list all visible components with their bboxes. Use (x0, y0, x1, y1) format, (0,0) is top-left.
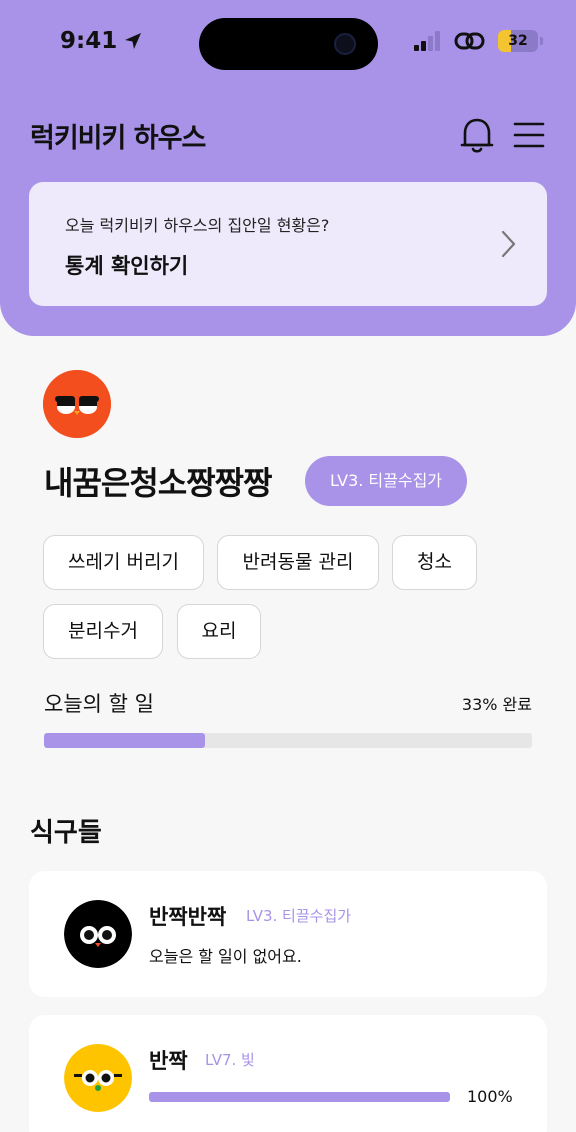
member-status: 오늘은 할 일이 없어요. (149, 947, 302, 966)
status-icons: 32 (414, 30, 543, 52)
time-text: 9:41 (60, 28, 118, 54)
member-progress-bar (149, 1092, 450, 1102)
stats-subtitle: 오늘 럭키비키 하우스의 집안일 현황은? (65, 216, 330, 235)
member-progress-fill (149, 1092, 450, 1102)
member-card[interactable]: 반짝 LV7. 빛 100% (29, 1015, 547, 1132)
owl-avatar-icon (64, 1044, 132, 1112)
chip-trash[interactable]: 쓰레기 버리기 (43, 535, 204, 590)
bell-icon[interactable] (459, 116, 495, 154)
status-bar: 9:41 32 (0, 0, 576, 90)
stats-link: 통계 확인하기 (65, 254, 189, 278)
member-name: 반짝반짝 (149, 905, 227, 929)
chip-cleaning[interactable]: 청소 (392, 535, 477, 590)
location-arrow-icon (125, 33, 142, 49)
chip-pet[interactable]: 반려동물 관리 (217, 535, 379, 590)
member-level: LV7. 빛 (205, 1051, 255, 1069)
status-time: 9:41 (60, 28, 143, 54)
member-card[interactable]: 반짝반짝 LV3. 티끌수집가 오늘은 할 일이 없어요. (29, 871, 547, 997)
chip-recycling[interactable]: 분리수거 (43, 604, 163, 659)
battery-indicator: 32 (498, 30, 538, 52)
today-progress-fill (44, 733, 206, 748)
user-name: 내꿈은청소짱짱짱 (44, 464, 273, 502)
owl-avatar-icon (64, 900, 132, 968)
cellular-signal-icon (414, 31, 440, 51)
camera-icon (334, 33, 356, 55)
member-level: LV3. 티끌수집가 (246, 907, 352, 925)
dynamic-island (199, 18, 378, 70)
member-progress-text: 100% (467, 1087, 513, 1106)
link-icon (454, 32, 485, 50)
today-progress-text: 33% 완료 (461, 695, 532, 714)
today-progress-bar (44, 733, 532, 748)
family-section-title: 식구들 (30, 818, 102, 848)
member-name: 반짝 (149, 1049, 188, 1073)
hamburger-menu-icon[interactable] (513, 120, 545, 150)
chip-cooking[interactable]: 요리 (177, 604, 261, 659)
level-badge: LV3. 티끌수집가 (305, 456, 467, 506)
chevron-right-icon (501, 230, 516, 258)
page-title: 럭키비키 하우스 (30, 123, 206, 154)
battery-level: 32 (508, 33, 528, 49)
owl-avatar-icon (43, 370, 111, 438)
battery-nub (540, 37, 543, 45)
today-tasks-label: 오늘의 할 일 (44, 692, 154, 716)
stats-card[interactable]: 오늘 럭키비키 하우스의 집안일 현황은? 통계 확인하기 (29, 182, 547, 306)
